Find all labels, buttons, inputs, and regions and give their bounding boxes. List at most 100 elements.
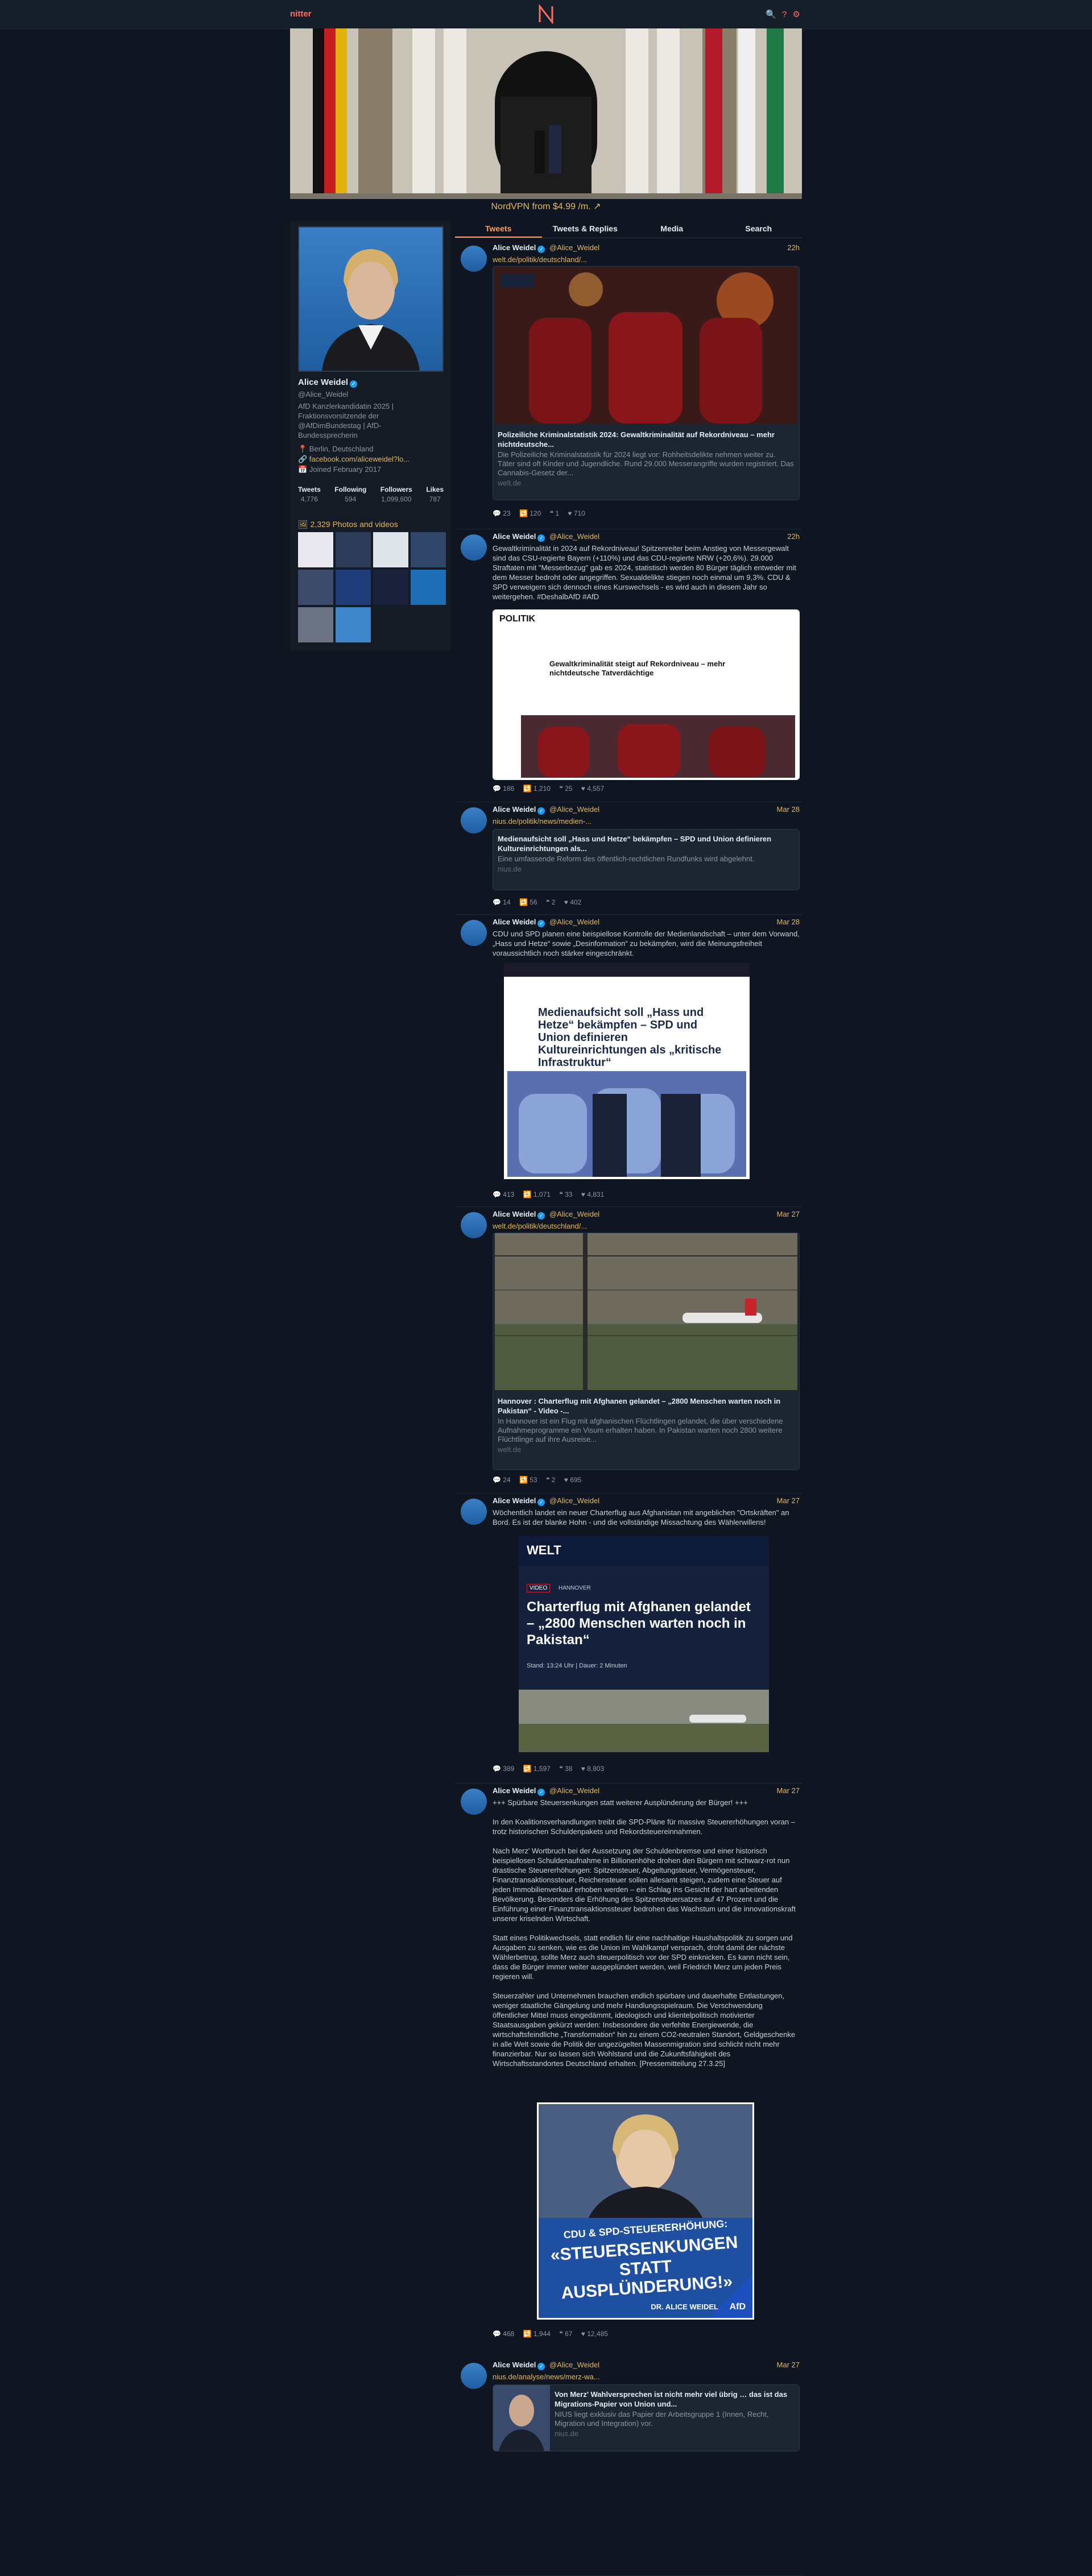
photo-thumb[interactable] [336, 607, 371, 642]
quote-count[interactable]: ❝ 1 [550, 509, 559, 517]
stat-followers[interactable]: Followers 1,099,600 [380, 486, 412, 503]
tweet-date[interactable]: Mar 28 [777, 805, 800, 814]
tweet-link[interactable]: nius.de/analyse/news/merz-wa... [493, 2372, 600, 2381]
reply-count[interactable]: 💬 24 [493, 1476, 511, 1484]
link-card[interactable]: Medienaufsicht soll „Hass und Hetze“ bek… [493, 829, 800, 890]
link-card[interactable]: Von Merz' Wahlversprechen ist nicht mehr… [493, 2384, 800, 2451]
tweet[interactable]: Alice Weidel ✓ @Alice_Weidel Mar 28 nius.… [455, 803, 802, 915]
tweet-date[interactable]: Mar 27 [777, 1496, 800, 1505]
tweet[interactable]: Alice Weidel ✓ @Alice_Weidel Mar 27 welt.… [455, 1208, 802, 1494]
tab-search[interactable]: Search [715, 221, 803, 238]
link-card[interactable]: Polizeiliche Kriminalstatistik 2024: Gew… [493, 266, 800, 500]
tweet-avatar[interactable] [461, 920, 487, 946]
retweet-count[interactable]: 🔁 1,944 [523, 2330, 551, 2338]
tweet-author-handle[interactable]: @Alice_Weidel [549, 1786, 599, 1795]
photo-thumb[interactable] [411, 570, 446, 605]
photo-thumb[interactable] [373, 570, 408, 605]
tweet-author-handle[interactable]: @Alice_Weidel [549, 1210, 599, 1218]
tweet-author-handle[interactable]: @Alice_Weidel [549, 918, 599, 926]
tweet-link[interactable]: welt.de/politik/deutschland/... [493, 1222, 587, 1230]
quote-count[interactable]: ❝ 25 [559, 785, 572, 793]
link-card[interactable]: Hannover : Charterflug mit Afghanen gela… [493, 1233, 800, 1470]
tweet-author-name[interactable]: Alice Weidel [493, 243, 536, 252]
photo-thumb[interactable] [336, 532, 371, 567]
tweet-avatar[interactable] [461, 2363, 487, 2389]
tab-tweets-replies[interactable]: Tweets & Replies [542, 221, 629, 238]
tweet-author-name[interactable]: Alice Weidel [493, 1786, 536, 1795]
tweet-date[interactable]: Mar 27 [777, 1786, 800, 1795]
quote-count[interactable]: ❝ 67 [559, 2330, 572, 2338]
tweet-author-name[interactable]: Alice Weidel [493, 532, 536, 541]
tweet-author-handle[interactable]: @Alice_Weidel [549, 243, 599, 252]
photo-thumb[interactable] [298, 570, 333, 605]
tweet-image[interactable]: WELT VIDEO HANNOVER Charterflug mit Afgh… [519, 1536, 769, 1752]
reply-count[interactable]: 💬 413 [493, 1190, 514, 1198]
tweet-link[interactable]: nius.de/politik/news/medien-... [493, 817, 592, 826]
retweet-count[interactable]: 🔁 1,071 [523, 1190, 551, 1198]
tweet-avatar[interactable] [461, 534, 487, 561]
like-count[interactable]: ♥ 4,557 [581, 785, 605, 793]
tweet-author-handle[interactable]: @Alice_Weidel [549, 532, 599, 541]
tweet-link[interactable]: welt.de/politik/deutschland/... [493, 255, 587, 264]
tweet-image[interactable]: CDU & SPD-STEUERERHÖHUNG: «STEUERSENKUNG… [537, 2102, 754, 2320]
photo-thumb[interactable] [298, 532, 333, 567]
tweet-author-handle[interactable]: @Alice_Weidel [549, 1496, 599, 1505]
tweet-date[interactable]: Mar 27 [777, 1210, 800, 1218]
tweet-avatar[interactable] [461, 807, 487, 833]
retweet-count[interactable]: 🔁 56 [519, 898, 537, 906]
photo-thumb[interactable] [298, 607, 333, 642]
tweet[interactable]: Alice Weidel ✓ @Alice_Weidel Mar 27 Wöche… [455, 1494, 802, 1783]
reply-count[interactable]: 💬 468 [493, 2330, 514, 2338]
retweet-count[interactable]: 🔁 120 [519, 509, 541, 517]
retweet-count[interactable]: 🔁 53 [519, 1476, 537, 1484]
profile-website[interactable]: 🔗 facebook.com/aliceweidel?lo... [298, 455, 410, 464]
photo-thumb[interactable] [373, 532, 408, 567]
tweet-author-name[interactable]: Alice Weidel [493, 918, 536, 926]
like-count[interactable]: ♥ 4,831 [581, 1190, 605, 1198]
like-count[interactable]: ♥ 402 [564, 898, 581, 906]
tweet[interactable]: Alice Weidel ✓ @Alice_Weidel Mar 27 nius.… [455, 2358, 802, 2456]
like-count[interactable]: ♥ 8,803 [581, 1765, 605, 1773]
reply-count[interactable]: 💬 14 [493, 898, 511, 906]
tweet-author-handle[interactable]: @Alice_Weidel [549, 805, 599, 814]
photo-thumb[interactable] [411, 532, 446, 567]
stat-following[interactable]: Following 594 [334, 486, 366, 503]
retweet-count[interactable]: 🔁 1,210 [523, 785, 551, 793]
like-count[interactable]: ♥ 710 [568, 509, 585, 517]
brand-link[interactable]: nitter [290, 9, 312, 19]
profile-avatar[interactable] [298, 226, 444, 372]
tweet[interactable]: Alice Weidel ✓ @Alice_Weidel Mar 28 CDU u… [455, 915, 802, 1207]
reply-count[interactable]: 💬 389 [493, 1765, 514, 1773]
reply-count[interactable]: 💬 23 [493, 509, 511, 517]
stat-likes[interactable]: Likes 787 [426, 486, 444, 503]
reply-count[interactable]: 💬 186 [493, 785, 514, 793]
tweet-avatar[interactable] [461, 1212, 487, 1238]
tweet-author-name[interactable]: Alice Weidel [493, 1496, 536, 1505]
tweet-avatar[interactable] [461, 1499, 487, 1525]
tweet-date[interactable]: Mar 28 [777, 918, 800, 926]
like-count[interactable]: ♥ 12,485 [581, 2330, 608, 2338]
nitter-logo-icon[interactable] [537, 5, 555, 24]
nav-icons[interactable]: 🔍 ? ⚙ [766, 9, 802, 19]
tweet-avatar[interactable] [461, 1789, 487, 1815]
tweet[interactable]: Alice Weidel ✓ @Alice_Weidel Mar 27 +++ S… [455, 1784, 802, 2576]
tweet-date[interactable]: Mar 27 [777, 2361, 800, 2369]
tweet-author-handle[interactable]: @Alice_Weidel [549, 2361, 599, 2369]
tab-tweets[interactable]: Tweets [455, 221, 542, 238]
tab-media[interactable]: Media [628, 221, 715, 238]
tweet-date[interactable]: 22h [787, 243, 800, 252]
photos-videos-link[interactable]: 🖼 2,329 Photos and videos [298, 520, 398, 529]
tweet-author-name[interactable]: Alice Weidel [493, 805, 536, 814]
quote-count[interactable]: ❝ 38 [559, 1765, 572, 1773]
photo-thumb[interactable] [336, 570, 371, 605]
retweet-count[interactable]: 🔁 1,597 [523, 1765, 551, 1773]
promo-link[interactable]: NordVPN from $4.99 /m. ↗ [290, 200, 802, 214]
tweet-image[interactable]: POLITIK Gewaltkriminalität steigt auf Re… [493, 609, 800, 780]
tweet[interactable]: Alice Weidel ✓ @Alice_Weidel 22h welt.de/… [455, 241, 802, 529]
quote-count[interactable]: ❝ 2 [546, 1476, 555, 1484]
tweet-image[interactable]: Medienaufsicht soll „Hass und Hetze“ bek… [504, 963, 750, 1179]
tweet-avatar[interactable] [461, 246, 487, 272]
like-count[interactable]: ♥ 695 [564, 1476, 581, 1484]
tweet[interactable]: Alice Weidel ✓ @Alice_Weidel 22h Gewaltkr… [455, 530, 802, 802]
quote-count[interactable]: ❝ 2 [546, 898, 555, 906]
